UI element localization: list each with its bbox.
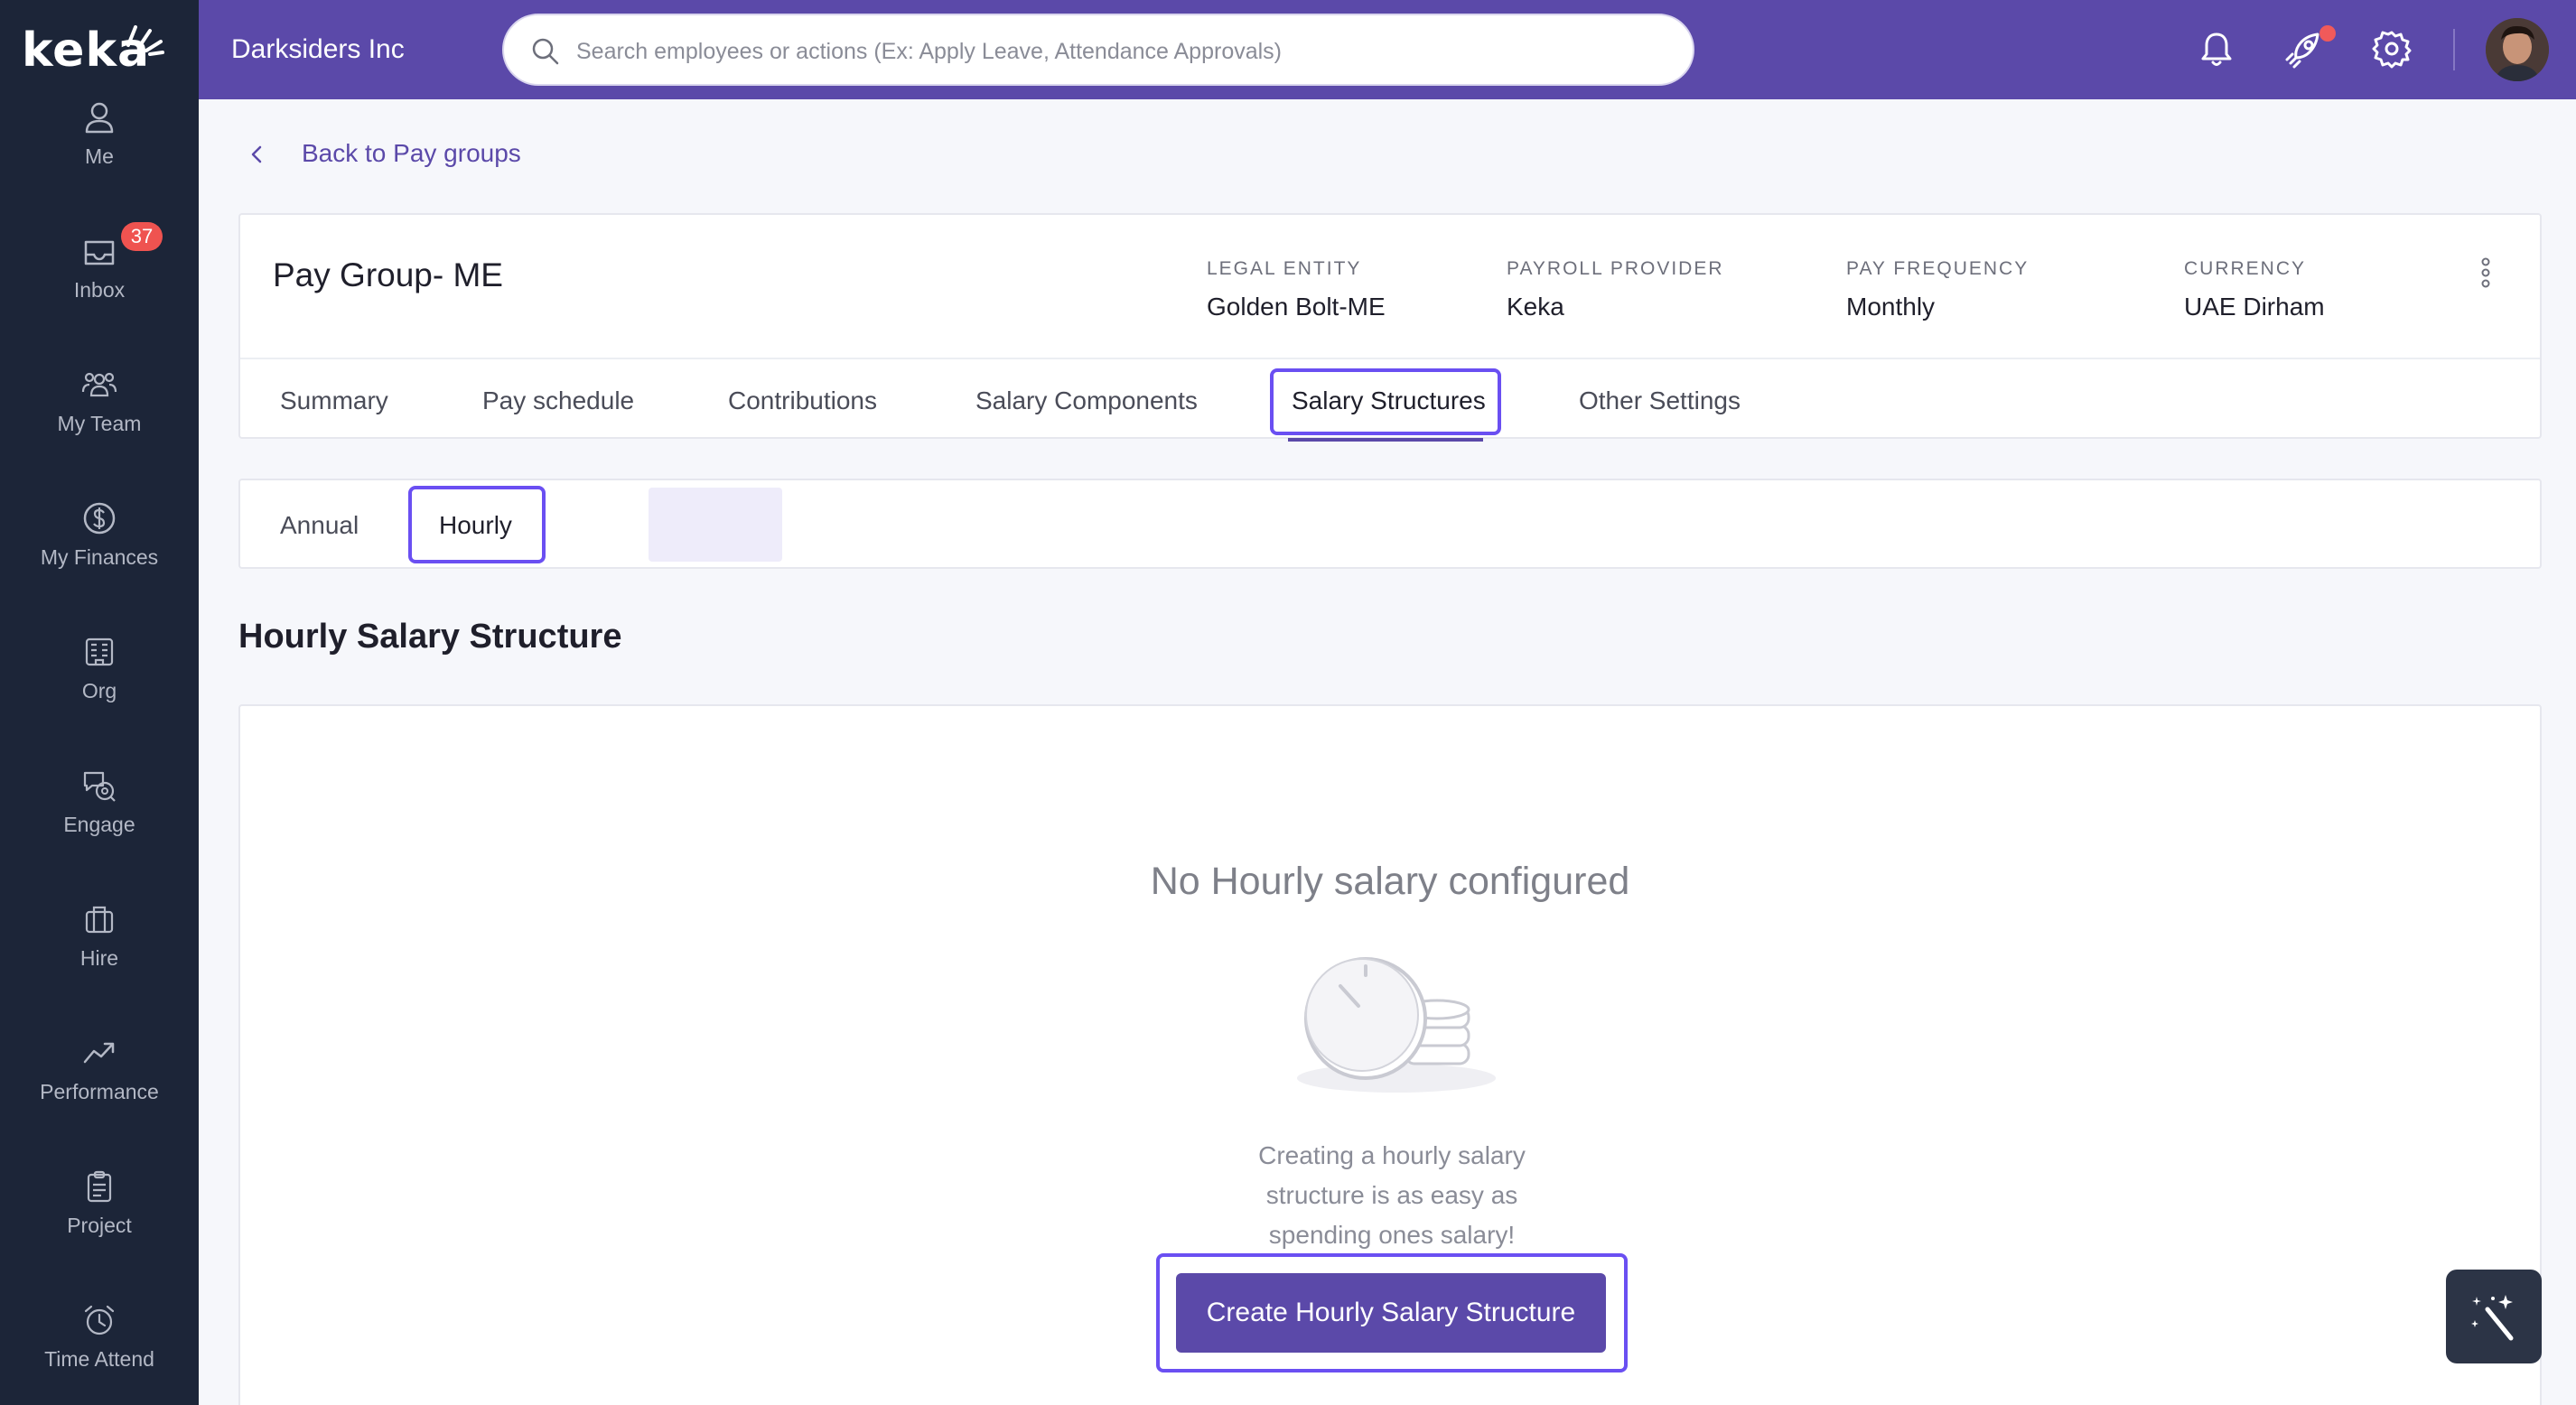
alarm-clock-icon (84, 1305, 115, 1335)
meta-label: PAY FREQUENCY (1846, 258, 2030, 279)
magic-wand-icon (2471, 1295, 2514, 1341)
company-name[interactable]: Darksiders Inc (231, 34, 405, 65)
inbox-count-badge: 37 (121, 222, 163, 251)
sidebar-item-label: Hire (79, 946, 119, 970)
sidebar-item-label: Inbox (73, 278, 126, 302)
meta-payroll-provider: PAYROLL PROVIDER Keka (1507, 258, 1724, 321)
empty-state-title: No Hourly salary configured (1150, 860, 1630, 903)
card-divider (240, 358, 2540, 359)
meta-value: Golden Bolt-ME (1207, 293, 1386, 321)
topbar-divider (2453, 29, 2455, 70)
sidebar-item-label: Engage (63, 813, 135, 836)
trend-icon (83, 1042, 115, 1064)
meta-label: CURRENCY (2184, 258, 2307, 279)
user-icon (85, 102, 114, 134)
org-icon (85, 637, 114, 666)
tab-salary-components[interactable]: Salary Components (975, 386, 1198, 415)
avatar-photo-icon (2486, 18, 2549, 81)
section-title: Hourly Salary Structure (238, 618, 622, 656)
search-bar[interactable] (502, 14, 1694, 86)
sidebar-item-me[interactable]: Me (0, 99, 199, 226)
active-tab-underline (1288, 438, 1483, 442)
logo-area[interactable]: keka (0, 0, 199, 99)
meta-label: PAYROLL PROVIDER (1507, 258, 1724, 279)
empty-state-card: No Hourly salary configured Creating a h… (238, 704, 2542, 1405)
create-hourly-salary-structure-button[interactable]: Create Hourly Salary Structure (1176, 1273, 1606, 1353)
sidebar-item-org[interactable]: Org (0, 634, 199, 760)
meta-value: Keka (1507, 293, 1564, 321)
avatar[interactable] (2486, 18, 2549, 81)
back-to-pay-groups-link[interactable]: Back to Pay groups (302, 139, 521, 168)
bell-icon[interactable] (2195, 27, 2238, 70)
clock-coins-illustration-icon (1297, 957, 1496, 1093)
kebab-menu-icon[interactable] (2478, 256, 2493, 289)
sidebar-item-performance[interactable]: Performance (0, 1035, 199, 1161)
subtab-annual[interactable]: Annual (280, 511, 359, 540)
sidebar-item-engage[interactable]: Engage (0, 768, 199, 894)
sidebar-item-label: My Finances (40, 545, 159, 569)
sidebar-item-label: My Team (57, 412, 142, 435)
sidebar-item-label: Me (85, 144, 114, 168)
logo-rays-icon (126, 25, 164, 56)
meta-legal-entity: LEGAL ENTITY Golden Bolt-ME (1207, 258, 1386, 321)
subtab-highlight-box (408, 486, 546, 563)
sidebar-item-project[interactable]: Project (0, 1168, 199, 1295)
sidebar-item-label: Performance (40, 1080, 159, 1103)
meta-pay-frequency: PAY FREQUENCY Monthly (1846, 258, 2029, 321)
team-icon (81, 372, 117, 397)
dollar-icon (83, 502, 116, 535)
gear-icon[interactable] (2370, 27, 2413, 70)
tab-summary[interactable]: Summary (280, 386, 388, 415)
tab-contributions[interactable]: Contributions (728, 386, 877, 415)
page-title: Pay Group- ME (273, 256, 503, 293)
meta-currency: CURRENCY UAE Dirham (2184, 258, 2325, 321)
meta-value: Monthly (1846, 293, 1936, 321)
notification-dot (2319, 25, 2336, 42)
briefcase-icon (85, 906, 114, 934)
sidebar-item-my-team[interactable]: My Team (0, 367, 199, 493)
clipboard-icon (87, 1170, 112, 1203)
meta-label: LEGAL ENTITY (1207, 258, 1362, 279)
subtab-card: Annual Hourly (238, 479, 2542, 569)
search-icon (532, 38, 559, 65)
sidebar-item-label: Org (81, 679, 117, 702)
sidebar-item-my-finances[interactable]: My Finances (0, 500, 199, 627)
magic-wand-button[interactable] (2446, 1270, 2542, 1363)
tab-pay-schedule[interactable]: Pay schedule (482, 386, 634, 415)
empty-state-description: Creating a hourly salary structure is as… (1258, 1141, 1526, 1249)
pay-group-card: Pay Group- ME LEGAL ENTITY Golden Bolt-M… (238, 213, 2542, 442)
meta-value: UAE Dirham (2184, 293, 2325, 321)
sidebar: Me 37 Inbox My Team My Finances Org Enga… (0, 99, 199, 1405)
engage-icon (83, 771, 116, 802)
chevron-left-icon[interactable] (246, 142, 267, 167)
tab-highlight-box (1270, 368, 1501, 435)
sidebar-item-label: Time Attend (44, 1347, 154, 1371)
tab-other-settings[interactable]: Other Settings (1579, 386, 1741, 415)
inbox-icon (84, 240, 115, 265)
top-bar: keka Darksiders Inc (0, 0, 2576, 99)
sidebar-item-inbox[interactable]: 37 Inbox (0, 222, 199, 359)
search-input[interactable] (576, 33, 1660, 70)
subtab-active-bg (649, 488, 782, 562)
sidebar-item-hire[interactable]: Hire (0, 901, 199, 1028)
sidebar-item-time-attend[interactable]: Time Attend (0, 1302, 199, 1405)
sidebar-item-label: Project (67, 1214, 132, 1237)
